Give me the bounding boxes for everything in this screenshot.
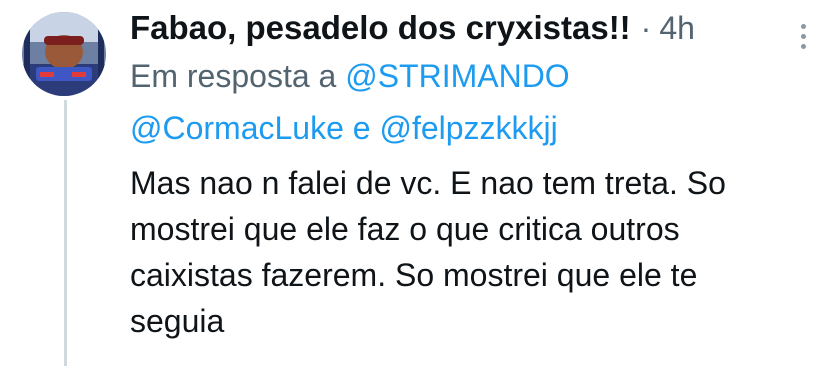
tweet[interactable]: Fabao, pesadelo dos cryxistas!! · 4h Em … xyxy=(0,0,828,366)
user-avatar[interactable] xyxy=(22,12,106,96)
tweet-header: Fabao, pesadelo dos cryxistas!! · 4h xyxy=(130,8,695,48)
thread-line xyxy=(64,100,67,366)
reply-conjunction: e xyxy=(352,110,371,146)
author-display-name[interactable]: Fabao, pesadelo dos cryxistas!! xyxy=(130,8,631,48)
avatar-image xyxy=(22,12,106,96)
tweet-timestamp[interactable]: 4h xyxy=(659,8,695,48)
mention-link[interactable]: @CormacLuke xyxy=(130,110,344,146)
more-dot xyxy=(800,43,806,49)
mention-link[interactable]: @STRIMANDO xyxy=(345,58,569,94)
tweet-text-line: caixistas fazerem. So mostrei que ele te xyxy=(130,257,698,293)
reply-context-line-2: @CormacLuke e @felpzzkkkjj xyxy=(130,102,810,154)
reply-context-line-1: Em resposta a @STRIMANDO xyxy=(130,50,810,102)
reply-prefix: Em resposta a xyxy=(130,58,337,94)
tweet-text-line: mostrei que ele faz o que critica outros xyxy=(130,211,680,247)
tweet-text-line: seguia xyxy=(130,303,225,339)
tweet-text: Mas nao n falei de vc. E nao tem treta. … xyxy=(130,160,820,344)
more-dot xyxy=(800,33,806,39)
mention-link[interactable]: @felpzzkkkjj xyxy=(379,110,557,146)
tweet-text-line: Mas nao n falei de vc. E nao tem treta. … xyxy=(130,165,726,201)
reply-context: Em resposta a @STRIMANDO @CormacLuke e @… xyxy=(130,50,810,154)
more-dot xyxy=(800,23,806,29)
header-separator: · xyxy=(640,10,652,46)
